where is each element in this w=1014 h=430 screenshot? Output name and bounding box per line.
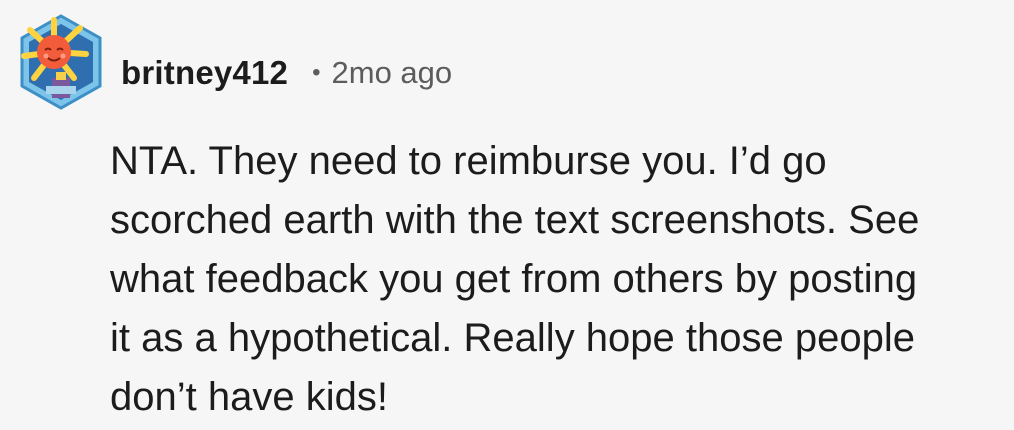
comment-header: britney412 • 2mo ago: [121, 48, 452, 98]
user-avatar-icon[interactable]: [16, 12, 106, 112]
comment-timestamp[interactable]: 2mo ago: [332, 55, 453, 91]
meta-separator: •: [312, 59, 321, 86]
comment-card: britney412 • 2mo ago NTA. They need to r…: [0, 0, 1014, 430]
comment-body: NTA. They need to reimburse you. I’d go …: [110, 139, 920, 419]
username-link[interactable]: britney412: [121, 54, 288, 92]
